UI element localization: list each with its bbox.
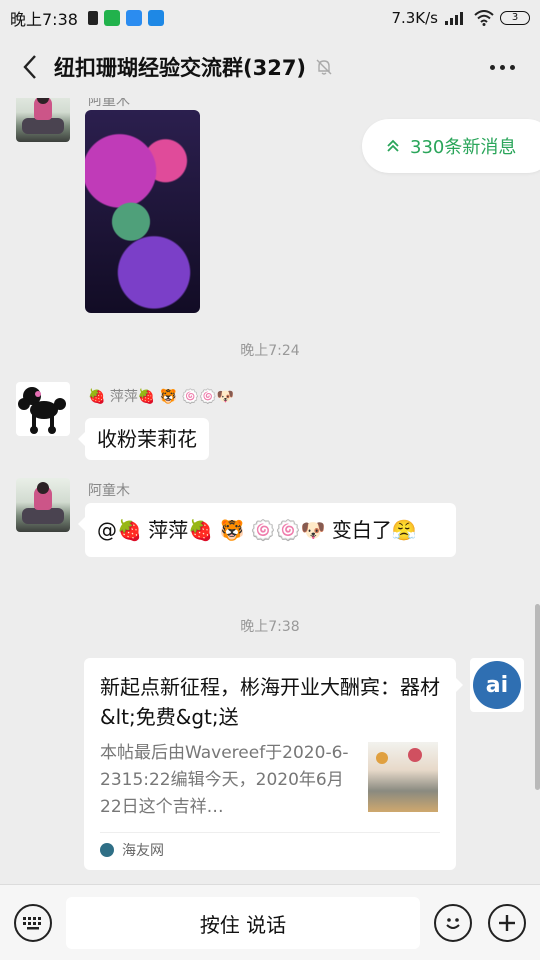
title-bar: 纽扣珊瑚经验交流群(327) [0, 36, 540, 98]
sender-name: 🍓 萍萍🍓 🐯 🍥🍥🐶 [88, 389, 234, 405]
avatar[interactable] [16, 382, 70, 436]
plus-button[interactable] [488, 904, 526, 942]
card-thumbnail [368, 742, 438, 812]
back-button[interactable] [8, 45, 52, 89]
signal-icon [445, 12, 463, 25]
coral-photo[interactable] [85, 110, 200, 313]
network-speed: 7.3K/s [391, 9, 438, 27]
chevron-left-icon [23, 55, 36, 79]
wifi-icon [474, 10, 494, 26]
timestamp: 晚上7:38 [240, 619, 300, 635]
sim-icon [87, 11, 98, 25]
poodle-avatar-image [18, 387, 66, 434]
plus-icon [499, 915, 515, 931]
input-bar: 按住 说话 [0, 884, 540, 960]
dot-icon [509, 64, 515, 70]
chat-title: 纽扣珊瑚经验交流群(327) [54, 56, 307, 80]
new-messages-button[interactable]: 330条新消息 [362, 119, 540, 173]
dot-icon [499, 64, 505, 70]
status-time: 晚上7:38 [10, 10, 78, 29]
hold-to-talk-button[interactable]: 按住 说话 [66, 897, 420, 949]
emoji-button[interactable] [434, 904, 472, 942]
avatar[interactable] [16, 478, 70, 532]
card-description: 本帖最后由Wavereef于2020-6-2315:22编辑今天，2020年6月… [100, 743, 349, 817]
keyboard-icon [23, 917, 41, 930]
message-bubble[interactable]: @🍓 萍萍🍓 🐯 🍥🍥🐶 变白了😤 [78, 503, 456, 557]
chat-area[interactable]: 阿童木 330条新消息 晚上7:24 🍓 萍萍🍓 🐯 🍥🍥🐶 收粉茉莉花 阿童木… [0, 98, 540, 884]
news-icon [147, 10, 164, 26]
mute-bell-icon [316, 59, 332, 75]
avatar[interactable] [16, 98, 70, 142]
app-icon [125, 10, 142, 26]
timestamp: 晚上7:24 [240, 343, 300, 359]
source-logo-icon [100, 843, 114, 857]
message-text: 收粉茉莉花 [97, 427, 197, 451]
sender-name: 阿童木 [88, 483, 130, 499]
double-chevron-up-icon [387, 139, 399, 152]
card-source: 海友网 [100, 840, 164, 860]
battery-icon: 3 [500, 11, 530, 25]
source-name: 海友网 [122, 843, 164, 859]
card-title: 新起点新征程，彬海开业大酬宾：器材&lt;免费&gt;送 [100, 675, 440, 729]
more-options-button[interactable] [484, 49, 520, 85]
scrollbar[interactable] [535, 604, 540, 790]
smiley-icon [446, 918, 460, 929]
divider [100, 832, 440, 833]
keyboard-button[interactable] [14, 904, 52, 942]
ai-logo: ai [473, 661, 521, 709]
iqiyi-icon [103, 10, 120, 26]
avatar[interactable]: ai [470, 658, 524, 712]
new-messages-label: 330条新消息 [410, 137, 517, 158]
message-text: @🍓 萍萍🍓 🐯 🍥🍥🐶 变白了😤 [97, 518, 417, 542]
sender-name: 阿童木 [88, 98, 130, 109]
status-bar: 晚上7:38 7.3K/s 3 [0, 0, 540, 36]
message-bubble[interactable]: 收粉茉莉花 [78, 418, 209, 460]
link-card[interactable]: 新起点新征程，彬海开业大酬宾：器材&lt;免费&gt;送 本帖最后由Wavere… [84, 658, 463, 870]
dot-icon [489, 64, 495, 70]
